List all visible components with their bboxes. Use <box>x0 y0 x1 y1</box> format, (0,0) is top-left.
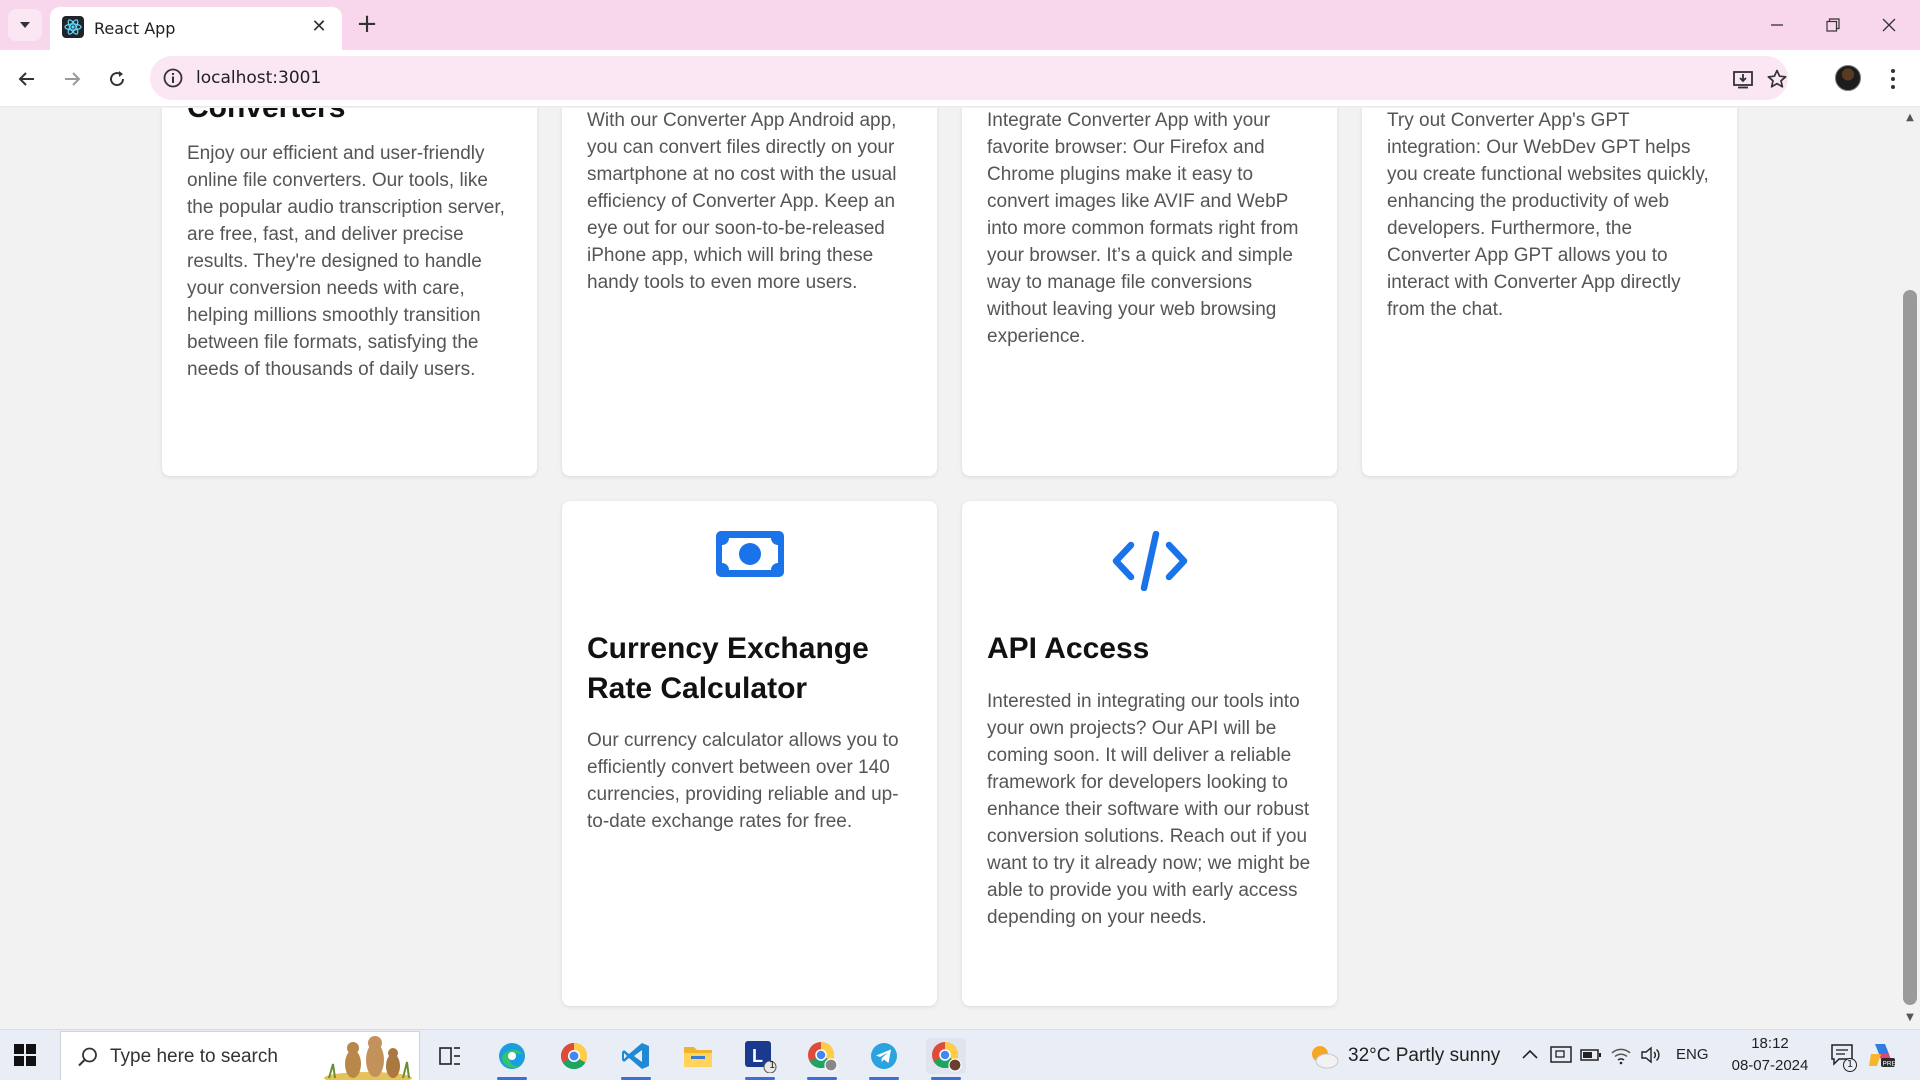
browser-tab[interactable]: React App ✕ <box>50 7 342 50</box>
arrow-left-icon <box>18 72 34 86</box>
notification-count-badge: 1 <box>1843 1058 1857 1072</box>
chrome-icon[interactable] <box>554 1038 594 1074</box>
card-title: Converters <box>187 108 517 128</box>
copilot-icon[interactable]: PRE <box>1867 1040 1897 1070</box>
react-logo-icon <box>62 16 84 38</box>
edge-browser-icon[interactable] <box>492 1038 532 1080</box>
windows-taskbar: Type here to search L 1 32°C Partly sunn… <box>0 1029 1920 1080</box>
meerkat-illustration-icon <box>324 1036 412 1080</box>
meet-now-icon[interactable] <box>1550 1045 1572 1065</box>
clock-date[interactable]: 08-07-2024 <box>1720 1057 1820 1074</box>
card-title: Currency Exchange Rate Calculator <box>587 632 869 705</box>
feature-card-converters: Converters Enjoy our efficient and user-… <box>162 108 537 476</box>
card-description: Interested in integrating our tools into… <box>987 691 1311 928</box>
browser-toolbar: localhost:3001 <box>0 50 1920 107</box>
code-icon <box>1112 531 1187 591</box>
card-description: Try out Converter App's GPT integration:… <box>1387 110 1709 320</box>
minimize-icon <box>1771 24 1783 26</box>
search-placeholder: Type here to search <box>110 1046 278 1067</box>
tab-search-button[interactable] <box>8 9 42 41</box>
letterboxd-app-icon[interactable]: L 1 <box>740 1038 780 1080</box>
new-tab-button[interactable]: + <box>352 10 382 40</box>
file-explorer-icon[interactable] <box>678 1038 718 1074</box>
clock-time[interactable]: 18:12 <box>1740 1035 1800 1052</box>
volume-icon[interactable] <box>1640 1045 1662 1065</box>
card-description: Our currency calculator allows you to ef… <box>587 730 899 832</box>
arrow-right-icon <box>65 72 81 86</box>
card-description: Integrate Converter App with your favori… <box>987 110 1299 347</box>
language-indicator[interactable]: ENG <box>1676 1046 1709 1063</box>
feature-card-api-access: API Access Interested in integrating our… <box>962 501 1337 1006</box>
restore-button[interactable] <box>1806 6 1860 44</box>
reload-button[interactable] <box>100 62 134 96</box>
forward-button[interactable] <box>55 62 89 96</box>
search-icon <box>78 1047 97 1067</box>
chrome-profile-icon[interactable] <box>802 1038 842 1080</box>
feature-card-currency-calculator: Currency Exchange Rate Calculator Our cu… <box>562 501 937 1006</box>
chevron-down-icon <box>20 22 30 28</box>
vscode-icon[interactable] <box>616 1038 656 1080</box>
feature-card-browser-plugins: Integrate Converter App with your favori… <box>962 108 1337 476</box>
telegram-icon[interactable] <box>864 1038 904 1080</box>
close-icon <box>1882 18 1896 32</box>
install-app-icon[interactable] <box>1730 66 1756 92</box>
tab-close-icon[interactable]: ✕ <box>308 16 330 38</box>
svg-text:PRE: PRE <box>1883 1061 1897 1068</box>
scroll-down-arrow-icon[interactable]: ▼ <box>1904 1012 1916 1023</box>
close-window-button[interactable] <box>1862 6 1916 44</box>
url-text[interactable]: localhost:3001 <box>196 68 321 88</box>
feature-card-android-app: With our Converter App Android app, you … <box>562 108 937 476</box>
feature-card-gpt-integration: Try out Converter App's GPT integration:… <box>1362 108 1737 476</box>
taskbar-search-box[interactable]: Type here to search <box>60 1031 420 1080</box>
back-button[interactable] <box>10 62 44 96</box>
tab-title: React App <box>94 19 176 38</box>
chevron-up-icon[interactable] <box>1522 1048 1538 1060</box>
restore-icon <box>1826 18 1840 32</box>
money-bill-icon <box>715 531 784 577</box>
reload-icon <box>110 71 125 87</box>
card-title: API Access <box>987 632 1150 665</box>
browser-menu-icon[interactable] <box>1880 62 1906 96</box>
card-description: Enjoy our efficient and user-friendly on… <box>187 143 505 380</box>
page-viewport: Converters Enjoy our efficient and user-… <box>0 108 1900 1029</box>
card-description: With our Converter App Android app, you … <box>587 110 897 293</box>
app-badge-count: 1 <box>769 1060 776 1071</box>
bookmark-star-icon[interactable] <box>1764 66 1790 92</box>
scrollbar-thumb[interactable] <box>1903 290 1917 1005</box>
windows-start-icon[interactable] <box>14 1044 36 1066</box>
weather-text[interactable]: 32°C Partly sunny <box>1348 1045 1500 1067</box>
battery-icon[interactable] <box>1580 1047 1602 1063</box>
task-view-icon[interactable] <box>430 1038 470 1074</box>
svg-text:L: L <box>752 1046 763 1066</box>
scroll-up-arrow-icon[interactable]: ▲ <box>1904 112 1916 123</box>
address-bar[interactable]: localhost:3001 <box>150 56 1788 100</box>
site-info-icon[interactable] <box>162 67 184 89</box>
weather-partly-sunny-icon[interactable] <box>1308 1042 1340 1070</box>
tab-strip: React App ✕ + <box>0 0 1920 50</box>
wifi-icon[interactable] <box>1610 1045 1632 1065</box>
chrome-active-window-icon[interactable] <box>926 1038 966 1080</box>
minimize-button[interactable] <box>1750 6 1804 44</box>
profile-avatar[interactable] <box>1835 65 1861 91</box>
